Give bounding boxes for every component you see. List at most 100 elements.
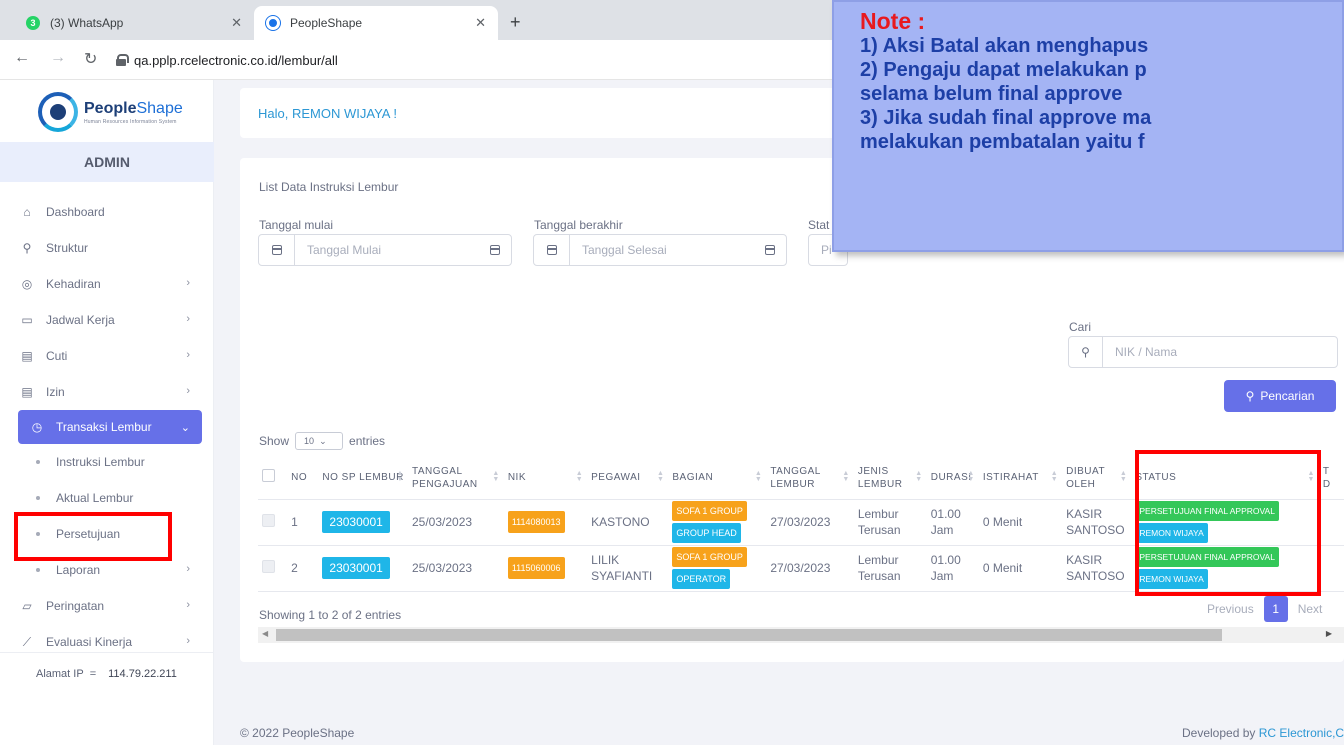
sort-icon: ▲ ▼ xyxy=(915,470,923,483)
peopleshape-logo-icon xyxy=(38,92,78,132)
calendar-icon: ▤ xyxy=(21,385,33,399)
end-date-label: Tanggal berakhir xyxy=(534,218,623,232)
col-header[interactable]: T D xyxy=(1318,457,1344,500)
entries-selector: Show 10 ⌄ entries xyxy=(259,432,385,450)
greeting-prefix: Halo, xyxy=(258,105,289,121)
scrollbar-thumb[interactable] xyxy=(276,629,1222,641)
end-date-placeholder: Tanggal Selesai xyxy=(582,243,667,257)
sidebar-item-label: Izin xyxy=(46,385,65,399)
greeting-name: REMON WIJAYA ! xyxy=(291,105,397,121)
sidebar-item-dashboard[interactable]: ⌂ Dashboard xyxy=(0,194,214,230)
sidebar-item-transaksi-lembur[interactable]: ◷ Transaksi Lembur ⌄ xyxy=(18,410,202,444)
sidebar-item-struktur[interactable]: ⚲ Struktur xyxy=(0,230,214,266)
home-icon: ⌂ xyxy=(23,205,31,219)
col-header-label: TANGGAL LEMBUR xyxy=(770,465,821,490)
scroll-right-icon[interactable]: ▶ xyxy=(1326,629,1332,638)
footer-dev-link[interactable]: RC Electronic,C xyxy=(1259,726,1344,740)
col-header[interactable]: NO SP LEMBUR ▲ ▼ xyxy=(318,457,408,500)
tab-whatsapp[interactable]: 3 (3) WhatsApp ✕ xyxy=(14,6,254,40)
chevron-right-icon: › xyxy=(186,599,190,611)
start-date-input[interactable]: Tanggal Mulai xyxy=(258,234,512,266)
close-icon[interactable]: ✕ xyxy=(231,15,242,31)
footer-developer: Developed by RC Electronic,C xyxy=(1182,726,1344,740)
col-header[interactable]: NO xyxy=(287,457,319,500)
sp-badge: 23030001 xyxy=(322,557,390,579)
sp-badge: 23030001 xyxy=(322,511,390,533)
col-header[interactable]: PEGAWAI ▲ ▼ xyxy=(587,457,669,500)
org-chart-icon: ⚲ xyxy=(22,241,32,255)
note-line: 2) Pengaju dapat melakukan p xyxy=(860,59,1147,81)
pagination-page[interactable]: 1 xyxy=(1263,596,1288,622)
bullet-icon xyxy=(36,460,40,464)
sidebar-item-cuti[interactable]: ▤ Cuti › xyxy=(0,338,214,374)
select-all-checkbox[interactable] xyxy=(262,469,275,483)
nik-badge: 1114080013 xyxy=(507,511,565,533)
role-badge: GROUP HEAD xyxy=(672,523,741,543)
cell-dibuat-oleh: KASIR SANTOSO xyxy=(1062,545,1132,592)
col-header[interactable]: TANGGAL LEMBUR ▲ ▼ xyxy=(766,457,854,500)
select-all-cell xyxy=(258,457,288,500)
brand-name-b: Shape xyxy=(136,99,183,117)
calendar-icon[interactable] xyxy=(754,245,786,255)
page-size-select[interactable]: 10 ⌄ xyxy=(295,432,344,450)
sidebar-item-peringatan[interactable]: ▱ Peringatan › xyxy=(0,588,214,624)
sidebar-item-label: Jadwal Kerja xyxy=(46,313,115,327)
brand-subtitle: Human Resources Information System xyxy=(84,118,177,125)
sidebar-menu: ⌂ Dashboard ⚲ Struktur ◎ Kehadiran › ▭ J… xyxy=(0,194,214,660)
reload-icon[interactable]: ↻ xyxy=(84,49,97,69)
col-header[interactable]: TANGGAL PENGAJUAN ▲ ▼ xyxy=(407,457,504,500)
col-header[interactable]: JENIS LEMBUR ▲ ▼ xyxy=(853,457,927,500)
pagination-previous[interactable]: Previous xyxy=(1199,602,1262,616)
note-line: melakukan pembatalan yaitu f xyxy=(860,131,1145,153)
search-button[interactable]: ⚲ Pencarian xyxy=(1224,380,1336,412)
tab-peopleshape[interactable]: PeopleShape ✕ xyxy=(254,6,498,40)
calendar-icon[interactable] xyxy=(479,245,511,255)
col-header-label: DURASI xyxy=(930,472,972,484)
horizontal-scrollbar[interactable]: ◀ ▶ xyxy=(258,627,1344,643)
sidebar-item-kehadiran[interactable]: ◎ Kehadiran › xyxy=(0,266,214,302)
page-size-value: 10 xyxy=(304,436,315,446)
sidebar-item-aktual-lembur[interactable]: Aktual Lembur xyxy=(0,480,214,516)
lock-icon xyxy=(116,54,129,66)
sidebar-item-jadwal-kerja[interactable]: ▭ Jadwal Kerja › xyxy=(0,302,214,338)
row-checkbox[interactable] xyxy=(262,513,275,527)
chevron-right-icon: › xyxy=(186,277,190,289)
row-checkbox[interactable] xyxy=(262,559,275,573)
warning-doc-icon: ▱ xyxy=(22,599,32,613)
brand-logo[interactable]: PeopleShape Human Resources Information … xyxy=(38,92,183,132)
col-header[interactable]: DIBUAT OLEH ▲ ▼ xyxy=(1062,457,1132,500)
cell-tanggal-pengajuan: 25/03/2023 xyxy=(407,545,504,592)
note-line: 1) Aksi Batal akan menghapus xyxy=(860,35,1149,57)
col-header[interactable]: BAGIAN ▲ ▼ xyxy=(668,457,767,500)
cell-pegawai: LILIK SYAFIANTI xyxy=(587,545,669,592)
forward-arrow-icon[interactable]: → xyxy=(50,49,66,67)
search-input[interactable]: ⚲ NIK / Nama xyxy=(1068,336,1338,368)
new-tab-icon[interactable]: + xyxy=(510,12,521,33)
chevron-right-icon: › xyxy=(186,349,190,361)
start-date-label: Tanggal mulai xyxy=(259,218,334,232)
close-icon[interactable]: ✕ xyxy=(475,15,486,31)
note-callout: Note : 1) Aksi Batal akan menghapus 2) P… xyxy=(832,0,1344,252)
sort-icon: ▲ ▼ xyxy=(656,470,665,483)
back-arrow-icon[interactable]: ← xyxy=(14,49,30,67)
pagination-next[interactable]: Next xyxy=(1290,602,1331,616)
col-header[interactable]: DURASI ▲ ▼ xyxy=(926,457,979,500)
col-header[interactable]: NIK ▲ ▼ xyxy=(503,457,588,500)
search-label: Cari xyxy=(1069,320,1092,334)
scroll-left-icon[interactable]: ◀ xyxy=(262,629,268,638)
col-header[interactable]: ISTIRAHAT ▲ ▼ xyxy=(978,457,1063,500)
peopleshape-favicon-icon xyxy=(266,16,280,30)
cell-durasi: 01.00 Jam xyxy=(926,499,979,546)
end-date-input[interactable]: Tanggal Selesai xyxy=(533,234,787,266)
sidebar-item-instruksi-lembur[interactable]: Instruksi Lembur xyxy=(0,444,214,480)
note-line: selama belum final approve xyxy=(860,83,1123,105)
search-icon: ⚲ xyxy=(1069,337,1103,367)
note-line: 3) Jika sudah final approve ma xyxy=(860,107,1152,129)
footer-copyright: © 2022 PeopleShape xyxy=(240,726,355,740)
sort-icon: ▲ ▼ xyxy=(396,470,404,483)
footer-dev-prefix: Developed by xyxy=(1182,726,1256,740)
chevron-down-icon: ⌄ xyxy=(180,422,190,434)
col-header-label: PEGAWAI xyxy=(591,472,641,484)
sidebar-item-izin[interactable]: ▤ Izin › xyxy=(0,374,214,410)
chevron-down-icon: ⌄ xyxy=(319,435,327,446)
